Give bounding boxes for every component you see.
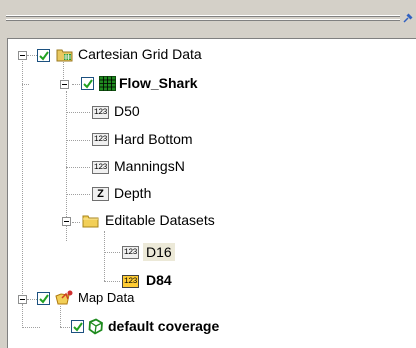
tree-connector	[66, 140, 90, 141]
folder-icon	[82, 215, 99, 228]
dataset-depth[interactable]: Depth	[114, 184, 151, 202]
green-grid-icon	[99, 76, 116, 91]
tree-connector	[22, 84, 29, 85]
map-data-icon	[55, 290, 73, 305]
default-coverage-checkbox[interactable]	[71, 320, 84, 333]
tree-connector	[66, 167, 90, 168]
active-dataset-icon: 123	[122, 275, 139, 288]
flow-shark-checkbox[interactable]	[81, 77, 94, 90]
scalar-dataset-icon: 123	[92, 161, 109, 174]
tree-connector	[104, 231, 105, 281]
cartesian-grid-label[interactable]: Cartesian Grid Data	[78, 45, 202, 63]
tree-connector	[22, 61, 23, 298]
pin-icon[interactable]	[403, 13, 413, 23]
tree-connector	[27, 299, 37, 300]
panel-titlebar	[0, 0, 416, 30]
dataset-d50[interactable]: D50	[114, 102, 140, 120]
collapse-toggle[interactable]	[60, 80, 69, 89]
tree-connector	[60, 327, 70, 328]
tree-connector	[27, 55, 37, 56]
map-data-checkbox[interactable]	[37, 292, 50, 305]
tree-connector	[22, 327, 40, 328]
grip-line	[6, 16, 400, 17]
collapse-toggle[interactable]	[62, 217, 71, 226]
default-coverage-label[interactable]: default coverage	[108, 317, 219, 335]
tree-connector	[72, 222, 80, 223]
dataset-d84[interactable]: D84	[146, 271, 172, 289]
project-explorer-tree[interactable]: Cartesian Grid Data Flow_Shark 123 D50 1…	[7, 38, 416, 348]
scalar-dataset-icon: 123	[122, 246, 139, 259]
editable-datasets-label[interactable]: Editable Datasets	[105, 211, 215, 229]
grid-folder-icon	[56, 49, 73, 62]
flow-shark-label[interactable]: Flow_Shark	[119, 74, 198, 92]
scalar-dataset-icon: 123	[92, 106, 109, 119]
scalar-dataset-icon: 123	[92, 133, 109, 146]
map-data-label[interactable]: Map Data	[78, 289, 134, 307]
cartesian-grid-checkbox[interactable]	[37, 49, 50, 62]
coverage-icon	[88, 318, 103, 335]
tree-connector	[66, 112, 90, 113]
dataset-d16[interactable]: D16	[143, 243, 175, 261]
tree-connector	[66, 194, 90, 195]
collapse-toggle[interactable]	[18, 295, 27, 304]
dataset-hard-bottom[interactable]: Hard Bottom	[114, 130, 193, 148]
tree-connector	[22, 304, 23, 328]
tree-connector	[72, 84, 80, 85]
collapse-toggle[interactable]	[18, 51, 27, 60]
grip-line	[6, 20, 400, 21]
tree-connector	[60, 306, 61, 327]
dataset-manningsn[interactable]: ManningsN	[114, 157, 185, 175]
tree-connector	[104, 252, 120, 253]
elevation-dataset-icon: Z	[92, 187, 109, 201]
tree-connector	[104, 281, 120, 282]
